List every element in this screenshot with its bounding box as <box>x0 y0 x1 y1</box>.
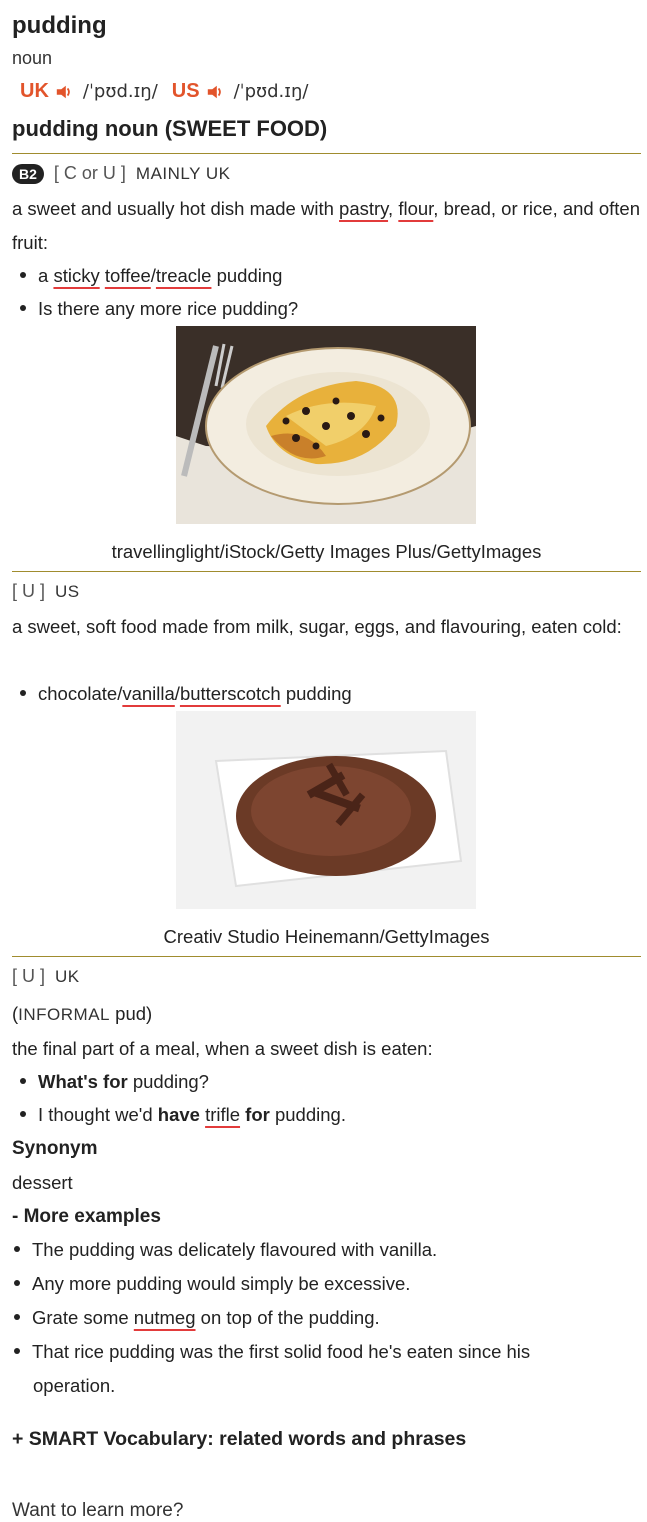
grammar-code: [ U ] <box>12 581 46 601</box>
list-item: Grate some nutmeg on top of the pudding. <box>12 1301 612 1335</box>
bread-pudding-image <box>176 326 476 524</box>
sense2-meta: [ U ] US <box>12 581 80 602</box>
synonym-label: Synonym <box>12 1138 98 1159</box>
link-butterscotch[interactable]: butterscotch <box>180 683 281 704</box>
example-item: chocolate/vanilla/butterscotch pudding <box>12 683 352 705</box>
link-pastry[interactable]: pastry <box>339 198 388 219</box>
bullet <box>20 690 26 697</box>
pronunciation-row: UK /ˈpʊd.ɪŋ/ US /ˈpʊd.ɪŋ/ <box>20 80 322 103</box>
link-trifle[interactable]: trifle <box>205 1104 240 1125</box>
uk-ipa: /ˈpʊd.ɪŋ/ <box>82 81 158 102</box>
usage-label: US <box>55 581 80 601</box>
example-bold: What's for <box>38 1071 128 1092</box>
bullet <box>20 1078 26 1085</box>
example-item: I thought we'd have trifle for pudding. <box>12 1104 346 1126</box>
bullet <box>14 1348 20 1355</box>
example-text: a <box>38 265 54 286</box>
example-item: a sticky toffee/treacle pudding <box>12 265 282 287</box>
sense3-meta: [ U ] UK <box>12 966 80 987</box>
bullet <box>14 1280 20 1287</box>
usage-label: UK <box>55 966 80 986</box>
divider <box>12 571 641 572</box>
link-nutmeg[interactable]: nutmeg <box>134 1307 196 1328</box>
list-item: That rice pudding was the first solid fo… <box>12 1335 612 1403</box>
informal-label: INFORMAL <box>18 1005 111 1024</box>
bullet <box>14 1314 20 1321</box>
link-vanilla[interactable]: vanilla <box>122 683 174 704</box>
example-text: Is there any more rice pudding? <box>38 298 299 319</box>
more-examples-list: The pudding was delicately flavoured wit… <box>12 1233 612 1403</box>
link-flour[interactable]: flour <box>398 198 433 219</box>
bullet <box>14 1246 20 1253</box>
example-text: That rice pudding was the first solid fo… <box>32 1341 531 1396</box>
us-ipa: /ˈpʊd.ɪŋ/ <box>233 81 309 102</box>
headword: pudding <box>12 12 107 39</box>
image-credit: travellinglight/iStock/Getty Images Plus… <box>111 541 542 562</box>
divider <box>12 956 641 957</box>
example-text: on top of the pudding. <box>195 1307 380 1328</box>
bullet <box>20 1111 26 1118</box>
uk-audio-icon[interactable] <box>55 83 73 101</box>
informal-variant: (INFORMAL pud) <box>12 1003 152 1025</box>
uk-label: UK <box>20 80 49 102</box>
example-text: chocolate/ <box>38 683 123 704</box>
example-item: Is there any more rice pudding? <box>12 298 298 320</box>
grammar-code: [ C or U ] <box>53 163 126 183</box>
example-text: I thought we'd <box>38 1104 158 1125</box>
example-text: pudding? <box>127 1071 209 1092</box>
sense1-meta: B2 [ C or U ] MAINLY UK <box>12 163 231 184</box>
example-text: Grate some <box>32 1307 134 1328</box>
bullet <box>20 272 26 279</box>
example-text: Any more pudding would simply be excessi… <box>32 1273 411 1294</box>
usage-label: MAINLY UK <box>135 163 231 183</box>
example-text: pudding <box>211 265 283 286</box>
example-bold: for <box>245 1104 270 1125</box>
variant-word: pud) <box>110 1003 153 1024</box>
link-treacle[interactable]: treacle <box>156 265 212 286</box>
part-of-speech: noun <box>12 48 53 68</box>
example-text: The pudding was delicately flavoured wit… <box>32 1239 438 1260</box>
more-examples-toggle[interactable]: - More examples <box>12 1206 161 1228</box>
grammar-code: [ U ] <box>12 966 46 986</box>
list-item: The pudding was delicately flavoured wit… <box>12 1233 612 1267</box>
example-text: pudding <box>280 683 352 704</box>
sense1-definition: a sweet and usually hot dish made with p… <box>12 192 641 260</box>
example-text: pudding. <box>269 1104 346 1125</box>
example-item: What's for pudding? <box>12 1071 209 1093</box>
smart-vocabulary-link[interactable]: + SMART Vocabulary: related words and ph… <box>12 1428 466 1451</box>
image-credit: Creativ Studio Heinemann/GettyImages <box>163 926 490 947</box>
divider <box>12 153 641 154</box>
example-bold: have <box>157 1104 200 1125</box>
us-label: US <box>171 80 200 102</box>
link-sticky[interactable]: sticky <box>53 265 99 286</box>
sense2-definition: a sweet, soft food made from milk, sugar… <box>12 616 622 637</box>
learn-more-heading: Want to learn more? <box>12 1500 184 1521</box>
link-toffee[interactable]: toffee <box>105 265 151 286</box>
synonym-link[interactable]: dessert <box>12 1172 73 1194</box>
level-badge: B2 <box>12 163 44 184</box>
us-audio-icon[interactable] <box>206 83 224 101</box>
def-text: , <box>388 198 399 219</box>
bullet <box>20 305 26 312</box>
list-item: Any more pudding would simply be excessi… <box>12 1267 612 1301</box>
def-text: a sweet and usually hot dish made with <box>12 198 340 219</box>
sense-title: pudding noun (SWEET FOOD) <box>12 116 328 141</box>
sense3-definition: the final part of a meal, when a sweet d… <box>12 1038 433 1059</box>
chocolate-pudding-image <box>176 711 476 909</box>
